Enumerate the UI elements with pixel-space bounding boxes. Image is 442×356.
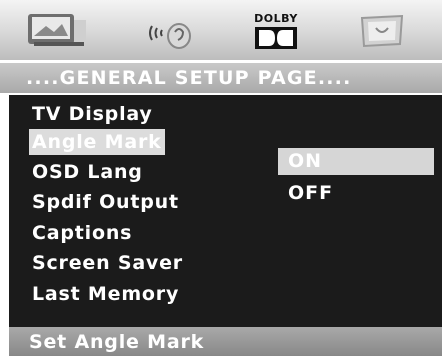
dvd-setup-screen: DOLBY ....GENERAL SETUP PAGE.... TV Disp… [0,0,442,356]
dolby-logo-icon [255,27,297,49]
menu-item-last-memory[interactable]: Last Memory [29,281,182,307]
status-text: Set Angle Mark [29,331,205,353]
preference-icon[interactable] [358,14,406,48]
left-margin [0,95,9,356]
dolby-tab[interactable]: DOLBY [252,12,300,52]
option-off[interactable]: OFF [278,180,333,207]
dolby-label: DOLBY [254,12,298,25]
menu-item-osd-lang[interactable]: OSD Lang [29,159,146,185]
menu-item-tv-display[interactable]: TV Display [29,101,156,127]
menu-item-captions[interactable]: Captions [29,220,135,246]
setup-tab-bar: DOLBY [0,0,442,60]
general-setup-icon[interactable] [28,14,90,48]
page-title: ....GENERAL SETUP PAGE.... [26,67,352,89]
menu-item-spdif-output[interactable]: Spdif Output [29,189,182,215]
option-on[interactable]: ON [278,148,434,175]
menu-item-angle-mark[interactable]: Angle Mark [29,129,165,155]
audio-setup-icon[interactable] [146,20,198,50]
menu-item-screen-saver[interactable]: Screen Saver [29,250,186,276]
